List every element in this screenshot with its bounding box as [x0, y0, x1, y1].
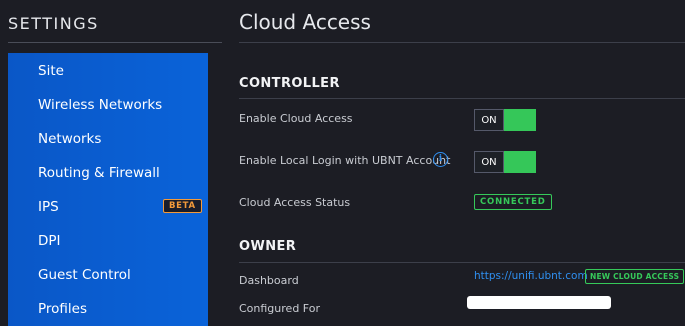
controller-heading: CONTROLLER: [239, 76, 340, 91]
enable-local-login-toggle[interactable]: ON: [474, 151, 536, 173]
sidebar-item-label: Profiles: [38, 301, 88, 317]
toggle-on-text: ON: [474, 109, 504, 131]
owner-heading: OWNER: [239, 239, 297, 254]
sidebar-item-ips[interactable]: IPS BETA: [8, 190, 208, 224]
redacted-account-value: [467, 296, 611, 309]
new-cloud-access-badge: NEW CLOUD ACCESS: [585, 269, 685, 284]
dashboard-link[interactable]: https://unifi.ubnt.com: [474, 270, 588, 282]
beta-badge: BETA: [163, 199, 202, 213]
controller-divider: [239, 98, 685, 99]
title-divider: [239, 42, 685, 43]
sidebar-divider: [8, 42, 222, 43]
owner-divider: [239, 262, 685, 263]
enable-cloud-access-label: Enable Cloud Access: [239, 112, 353, 125]
sidebar-item-label: Guest Control: [38, 267, 131, 283]
sidebar-item-label: Routing & Firewall: [38, 165, 160, 181]
sidebar-item-wireless-networks[interactable]: Wireless Networks: [8, 88, 208, 122]
page-title: Cloud Access: [239, 10, 371, 34]
toggle-knob: [504, 151, 536, 173]
settings-nav: Site Wireless Networks Networks Routing …: [8, 53, 208, 326]
sidebar: SETTINGS Site Wireless Networks Networks…: [0, 0, 222, 326]
enable-cloud-access-toggle[interactable]: ON: [474, 109, 536, 131]
enable-local-login-label: Enable Local Login with UBNT Account: [239, 154, 451, 167]
sidebar-item-dpi[interactable]: DPI: [8, 224, 208, 258]
sidebar-item-label: IPS: [38, 199, 59, 215]
sidebar-item-label: Networks: [38, 131, 102, 147]
sidebar-item-profiles[interactable]: Profiles: [8, 292, 208, 326]
toggle-knob: [504, 109, 536, 131]
status-badge: CONNECTED: [474, 194, 552, 210]
sidebar-item-guest-control[interactable]: Guest Control: [8, 258, 208, 292]
sidebar-item-networks[interactable]: Networks: [8, 122, 208, 156]
sidebar-item-site[interactable]: Site: [8, 54, 208, 88]
configured-for-label: Configured For: [239, 302, 320, 315]
settings-title: SETTINGS: [8, 14, 99, 33]
sidebar-item-label: Site: [38, 63, 64, 79]
toggle-on-text: ON: [474, 151, 504, 173]
sidebar-item-label: DPI: [38, 233, 61, 249]
cloud-access-status-label: Cloud Access Status: [239, 196, 351, 209]
dashboard-label: Dashboard: [239, 274, 299, 287]
main-panel: Cloud Access CONTROLLER Enable Cloud Acc…: [221, 0, 685, 326]
sidebar-item-routing-firewall[interactable]: Routing & Firewall: [8, 156, 208, 190]
info-icon[interactable]: i: [433, 152, 448, 167]
sidebar-item-label: Wireless Networks: [38, 97, 163, 113]
